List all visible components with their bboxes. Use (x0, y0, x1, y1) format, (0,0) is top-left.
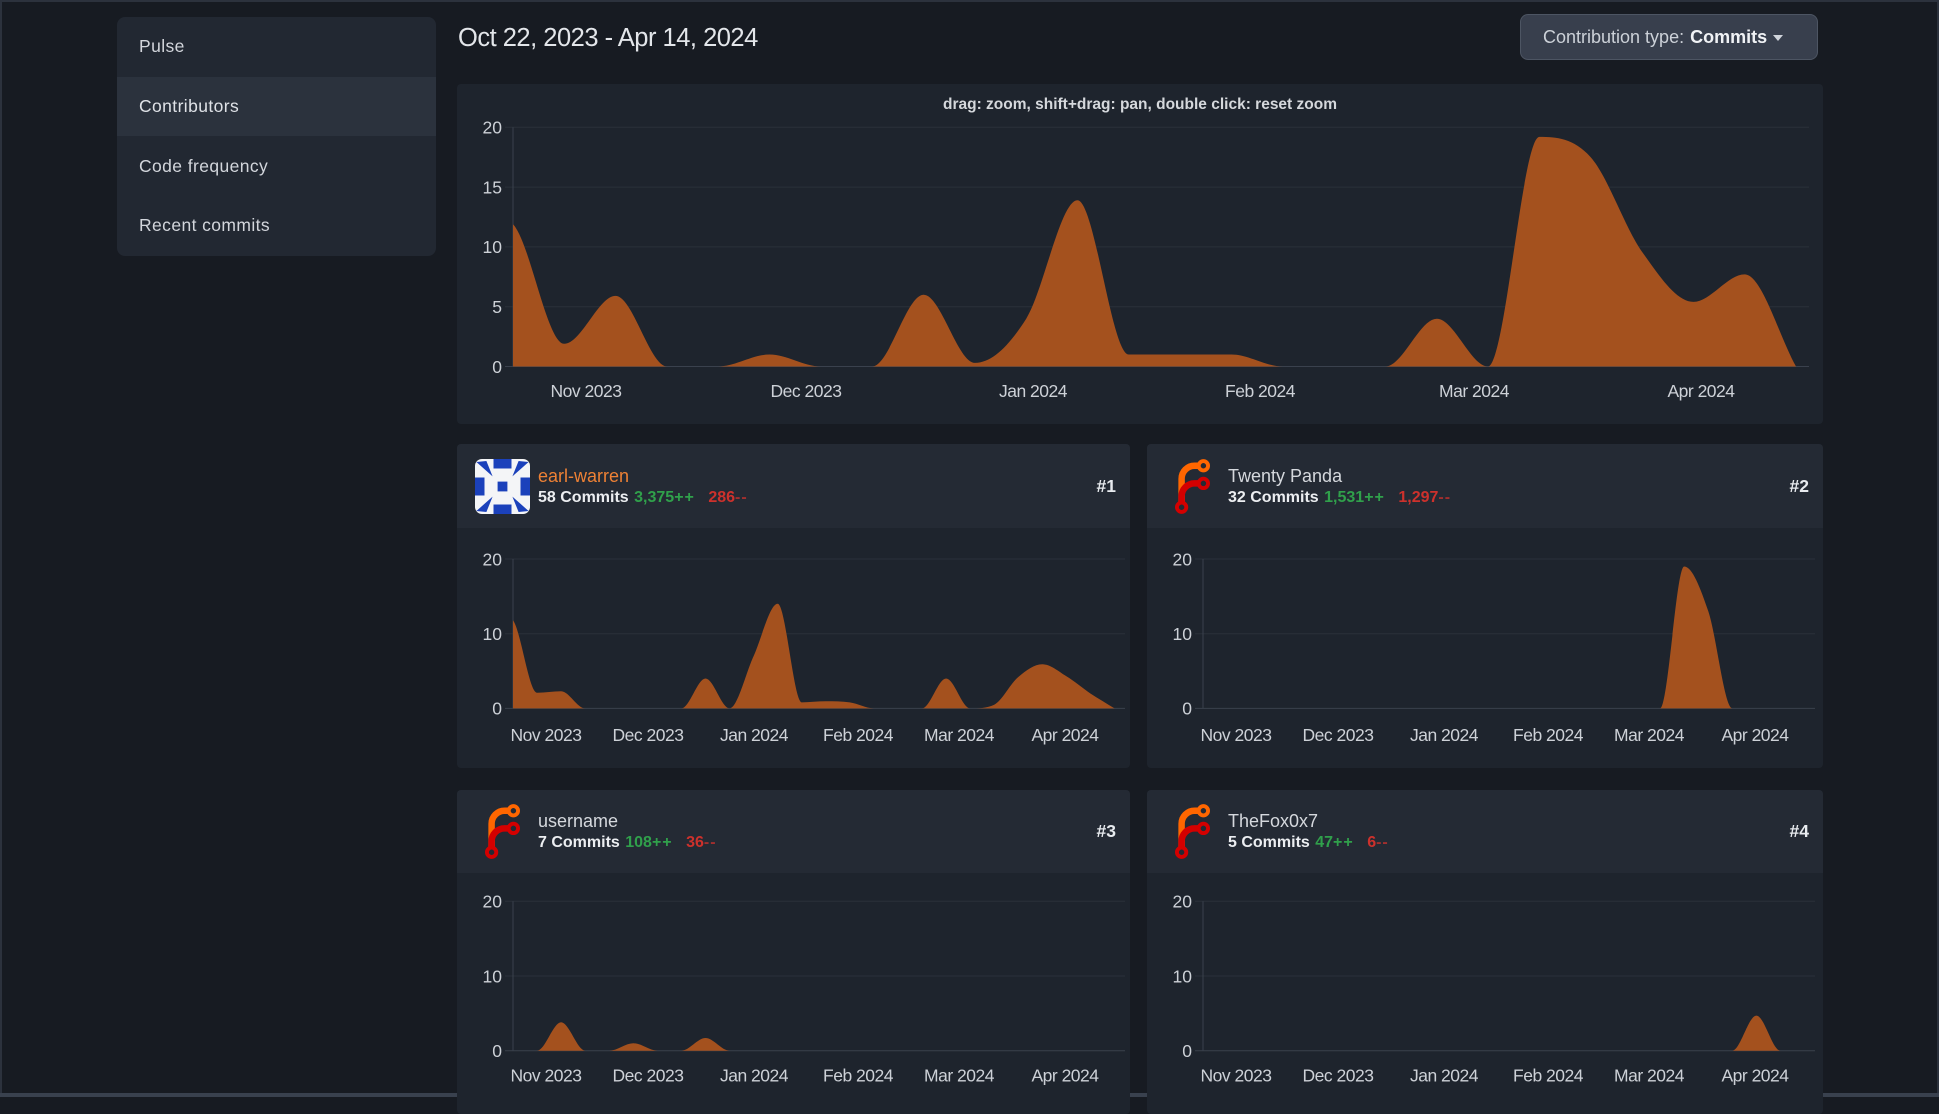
svg-text:Dec 2023: Dec 2023 (1303, 725, 1374, 745)
svg-text:0: 0 (1182, 699, 1192, 719)
svg-text:Jan 2024: Jan 2024 (720, 1065, 789, 1085)
svg-text:20: 20 (483, 892, 503, 912)
svg-text:Mar 2024: Mar 2024 (924, 725, 995, 745)
svg-text:Mar 2024: Mar 2024 (924, 1065, 995, 1085)
svg-text:Jan 2024: Jan 2024 (999, 381, 1068, 401)
svg-text:Feb 2024: Feb 2024 (1513, 1065, 1584, 1085)
svg-text:Feb 2024: Feb 2024 (823, 1065, 894, 1085)
svg-text:0: 0 (492, 357, 502, 377)
svg-text:Dec 2023: Dec 2023 (1303, 1065, 1374, 1085)
svg-text:drag: zoom, shift+drag: pan, d: drag: zoom, shift+drag: pan, double clic… (943, 96, 1337, 113)
svg-text:15: 15 (483, 177, 502, 197)
svg-text:Dec 2023: Dec 2023 (613, 725, 684, 745)
svg-text:Jan 2024: Jan 2024 (1410, 1065, 1479, 1085)
svg-text:Nov 2023: Nov 2023 (511, 725, 582, 745)
svg-text:20: 20 (483, 118, 503, 138)
svg-text:Feb 2024: Feb 2024 (1225, 381, 1296, 401)
svg-text:Mar 2024: Mar 2024 (1614, 725, 1685, 745)
svg-text:Apr 2024: Apr 2024 (1667, 381, 1735, 401)
svg-text:Nov 2023: Nov 2023 (1201, 1065, 1272, 1085)
svg-text:10: 10 (483, 624, 503, 644)
svg-text:Dec 2023: Dec 2023 (613, 1065, 684, 1085)
svg-text:Jan 2024: Jan 2024 (1410, 725, 1479, 745)
svg-text:Feb 2024: Feb 2024 (1513, 725, 1584, 745)
svg-text:Apr 2024: Apr 2024 (1721, 725, 1789, 745)
svg-text:0: 0 (1182, 1041, 1192, 1061)
svg-text:20: 20 (1173, 892, 1193, 912)
svg-text:5: 5 (492, 297, 502, 317)
svg-text:Apr 2024: Apr 2024 (1031, 1065, 1099, 1085)
svg-text:Apr 2024: Apr 2024 (1031, 725, 1099, 745)
svg-text:20: 20 (1173, 549, 1193, 569)
svg-text:10: 10 (483, 237, 503, 257)
svg-text:Mar 2024: Mar 2024 (1439, 381, 1510, 401)
svg-text:Nov 2023: Nov 2023 (511, 1065, 582, 1085)
svg-text:Nov 2023: Nov 2023 (1201, 725, 1272, 745)
svg-text:10: 10 (483, 966, 503, 986)
svg-text:Apr 2024: Apr 2024 (1721, 1065, 1789, 1085)
svg-text:Feb 2024: Feb 2024 (823, 725, 894, 745)
svg-text:Jan 2024: Jan 2024 (720, 725, 789, 745)
svg-text:Dec 2023: Dec 2023 (771, 381, 842, 401)
svg-text:10: 10 (1173, 624, 1193, 644)
svg-text:Mar 2024: Mar 2024 (1614, 1065, 1685, 1085)
svg-text:0: 0 (492, 699, 502, 719)
svg-text:10: 10 (1173, 966, 1193, 986)
svg-text:Nov 2023: Nov 2023 (551, 381, 622, 401)
svg-text:20: 20 (483, 549, 503, 569)
svg-text:0: 0 (492, 1041, 502, 1061)
